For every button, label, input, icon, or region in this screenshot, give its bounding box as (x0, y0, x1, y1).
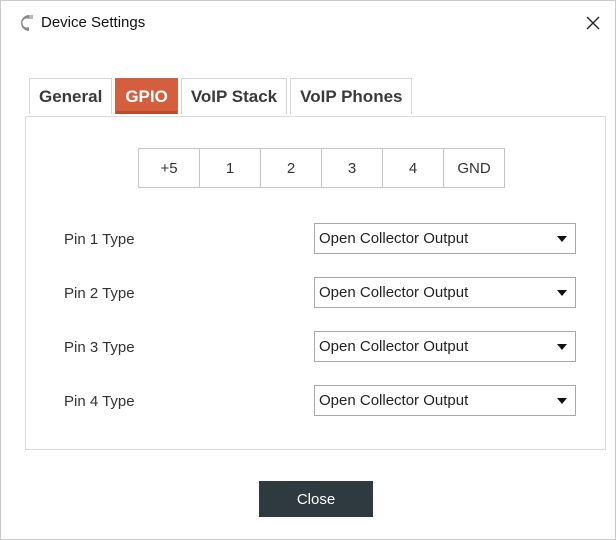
pin-1-type-value: Open Collector Output (319, 230, 469, 247)
tab-general[interactable]: General (29, 78, 113, 114)
pin-1-type-select[interactable]: Open Collector Output (314, 223, 576, 254)
pin-2-type-select[interactable]: Open Collector Output (314, 277, 576, 308)
pin-2-type-label: Pin 2 Type (64, 285, 135, 302)
pin-3-type-select[interactable]: Open Collector Output (314, 331, 576, 362)
pin-4-type-label: Pin 4 Type (64, 393, 135, 410)
window-title: Device Settings (41, 14, 146, 31)
pin-4-type-value: Open Collector Output (319, 392, 469, 409)
gpio-panel: +5 1 2 3 4 GND Pin 1 Type Open Collector… (25, 116, 606, 450)
pin-3-type-value: Open Collector Output (319, 338, 469, 355)
dropdown-arrow-icon (557, 398, 567, 404)
pin-3-type-label: Pin 3 Type (64, 339, 135, 356)
close-button[interactable]: Close (259, 481, 373, 517)
pin-plus5-cell: +5 (138, 148, 200, 188)
pin-4-cell: 4 (382, 148, 444, 188)
app-logo-icon (15, 13, 35, 33)
pin-gnd-cell: GND (443, 148, 505, 188)
pin-2-cell: 2 (260, 148, 322, 188)
device-settings-window: Device Settings General GPIO VoIP Stack … (0, 0, 616, 540)
pin-3-cell: 3 (321, 148, 383, 188)
pin-4-type-select[interactable]: Open Collector Output (314, 385, 576, 416)
title-bar: Device Settings (1, 1, 615, 45)
dropdown-arrow-icon (557, 290, 567, 296)
pin-1-type-label: Pin 1 Type (64, 231, 135, 248)
pin-1-cell: 1 (199, 148, 261, 188)
pin-2-type-value: Open Collector Output (319, 284, 469, 301)
dialog-body: General GPIO VoIP Stack VoIP Phones +5 1… (1, 45, 615, 539)
tab-gpio[interactable]: GPIO (115, 78, 178, 114)
tab-bar: General GPIO VoIP Stack VoIP Phones (29, 78, 415, 116)
tab-voip-stack[interactable]: VoIP Stack (180, 78, 288, 114)
tab-voip-phones[interactable]: VoIP Phones (290, 78, 413, 114)
pin-header-row: +5 1 2 3 4 GND (138, 148, 505, 188)
close-window-icon[interactable] (579, 9, 607, 37)
dropdown-arrow-icon (557, 236, 567, 242)
dropdown-arrow-icon (557, 344, 567, 350)
